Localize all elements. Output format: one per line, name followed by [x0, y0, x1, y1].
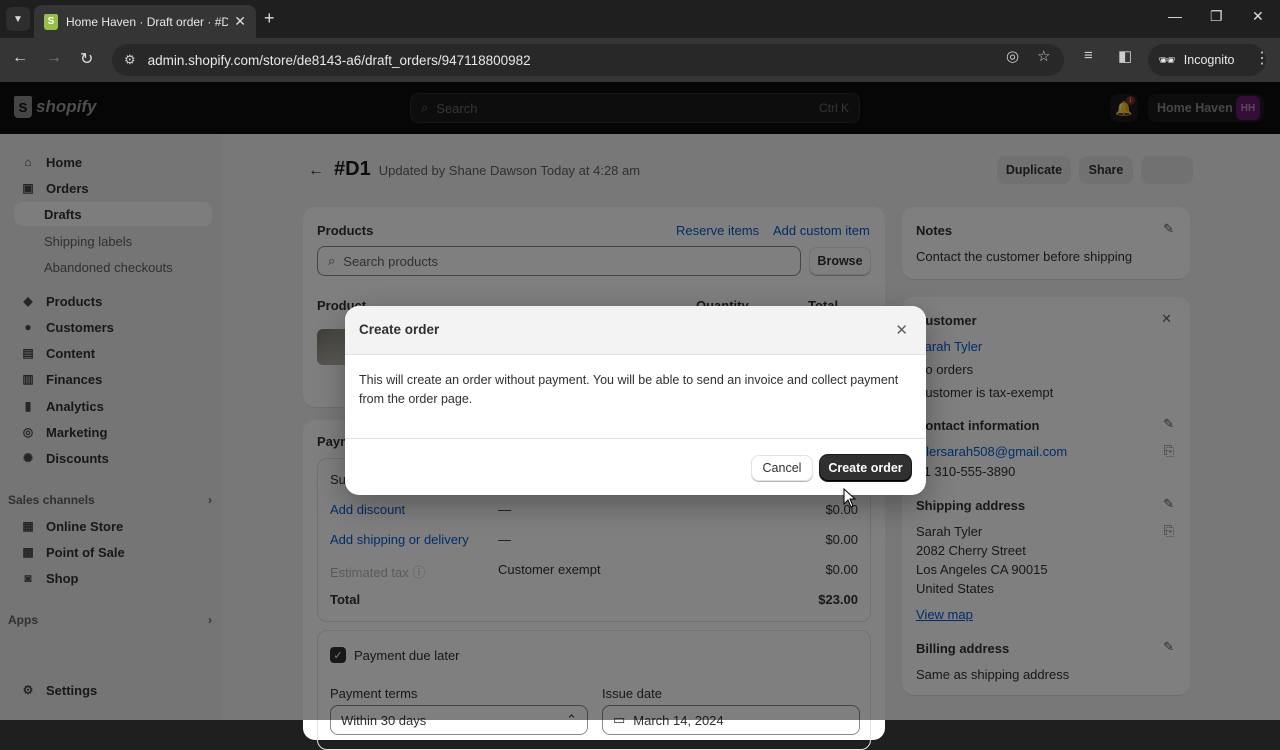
address-bar: ← → ↻ ⚙ admin.shopify.com/store/de8143-a…: [0, 38, 1280, 82]
create-order-button[interactable]: Create order: [820, 455, 911, 481]
browser-tab-bar: ▼ S Home Haven · Draft order · #D1 ✕ + —…: [0, 0, 1280, 38]
forward-icon[interactable]: →: [46, 49, 62, 67]
media-icon[interactable]: ≡: [1084, 47, 1093, 64]
side-panel-icon[interactable]: ◧: [1118, 47, 1132, 65]
close-window-icon[interactable]: ✕: [1252, 8, 1264, 25]
tab-list-button[interactable]: ▼: [6, 7, 30, 31]
back-icon[interactable]: ←: [12, 49, 28, 67]
browser-tab[interactable]: S Home Haven · Draft order · #D1 ✕: [34, 5, 256, 38]
site-settings-icon[interactable]: ⚙: [124, 52, 136, 68]
shopify-favicon-icon: S: [44, 13, 58, 30]
incognito-label: Incognito: [1183, 53, 1235, 67]
eye-off-icon[interactable]: ◎: [1006, 47, 1019, 65]
star-icon[interactable]: ☆: [1037, 47, 1050, 65]
dialog-footer: Cancel Create order: [345, 438, 926, 495]
mouse-cursor-icon: [843, 488, 857, 508]
new-tab-button[interactable]: +: [264, 8, 275, 29]
incognito-icon: 🕶: [1158, 51, 1176, 68]
url-field[interactable]: ⚙ admin.shopify.com/store/de8143-a6/draf…: [112, 44, 1064, 76]
cancel-button[interactable]: Cancel: [751, 455, 813, 481]
dialog-body: This will create an order without paymen…: [359, 373, 899, 406]
url-text: admin.shopify.com/store/de8143-a6/draft_…: [147, 52, 531, 68]
tab-title: Home Haven · Draft order · #D1: [66, 14, 229, 29]
restore-icon[interactable]: ❐: [1210, 8, 1223, 25]
reload-icon[interactable]: ↻: [80, 49, 93, 69]
create-order-dialog: Create order ✕ This will create an order…: [345, 306, 926, 495]
minimize-icon[interactable]: —: [1168, 8, 1182, 24]
browser-menu-icon[interactable]: ⋮: [1254, 48, 1270, 68]
incognito-badge[interactable]: 🕶 Incognito: [1148, 44, 1266, 76]
close-tab-icon[interactable]: ✕: [234, 13, 246, 30]
close-icon[interactable]: ✕: [895, 321, 908, 339]
dialog-title: Create order: [359, 322, 440, 337]
dialog-header: Create order ✕: [345, 306, 926, 355]
